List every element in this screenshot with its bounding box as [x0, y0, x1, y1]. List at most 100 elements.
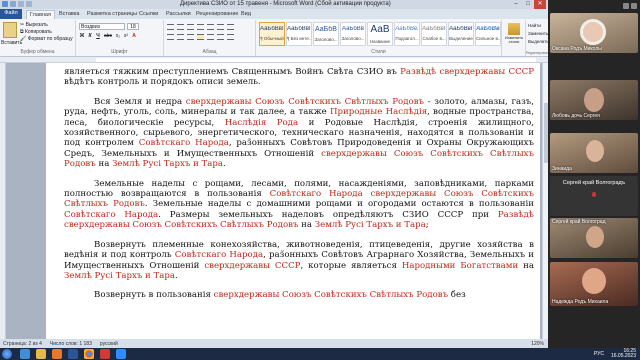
zoom-level[interactable]: 120%	[531, 341, 544, 347]
participant-tile[interactable]: Зинаида	[550, 133, 638, 173]
style-no-spacing[interactable]: АаБбВвГг, ¶ Без инте...	[286, 22, 312, 46]
tab-page-layout[interactable]: Разметка страницы	[84, 10, 140, 18]
text-run: . Земельные наделы с домашними рощами и …	[144, 199, 534, 210]
zoom-app-icon[interactable]	[116, 349, 126, 359]
document-paragraph[interactable]: Возвернуть племенные конехозяйства, живо…	[64, 240, 534, 282]
language-indicator[interactable]: русский	[100, 341, 118, 347]
highlighted-text-run: сверхдержавы СССР	[204, 260, 301, 271]
keyboard-language[interactable]: РУС	[594, 351, 604, 357]
style-title[interactable]: АаВ Название	[367, 22, 393, 46]
participant-tile[interactable]: Сергей край Волгоградъ	[550, 176, 638, 216]
style-normal[interactable]: АаБбВвГг, ¶ Обычный	[259, 22, 285, 46]
find-button[interactable]: Найти	[528, 22, 548, 30]
more-icon[interactable]	[631, 3, 637, 9]
align-center-icon[interactable]	[177, 34, 184, 40]
font-name-select[interactable]: Воздвиз	[79, 23, 125, 30]
align-left-icon[interactable]	[167, 34, 174, 40]
tab-home[interactable]: Главная	[26, 10, 55, 19]
redo-icon[interactable]	[26, 1, 32, 7]
font-color-icon[interactable]: A	[131, 33, 137, 39]
format-painter-button[interactable]: 🖌 Формат по образцу	[20, 36, 73, 43]
highlighted-text-run: Наслѣдія Рода	[224, 117, 299, 128]
line-spacing-icon[interactable]	[207, 34, 214, 40]
underline-button[interactable]: Ч	[95, 33, 101, 39]
tab-references[interactable]: Ссылки	[136, 10, 161, 18]
show-marks-icon[interactable]	[227, 24, 234, 30]
replace-button[interactable]: Заменить	[528, 30, 548, 38]
style-emphasis[interactable]: АаБбВвГг Выделение	[448, 22, 474, 46]
word-icon[interactable]	[2, 1, 8, 7]
style-heading-1[interactable]: АаБбВ Заголово...	[313, 22, 339, 46]
subscript-button[interactable]: x₂	[115, 33, 121, 39]
style-subtitle[interactable]: АаБбВв. Подзагол...	[394, 22, 420, 46]
yandex-icon[interactable]	[100, 349, 110, 359]
style-intense-emphasis[interactable]: АаБбВвГг Сильное в...	[475, 22, 501, 46]
tab-review[interactable]: Рецензирование	[193, 10, 241, 18]
maximize-button[interactable]: □	[522, 0, 534, 9]
undo-icon[interactable]	[18, 1, 24, 7]
document-paragraph[interactable]: Вся Земля и недра сверхдержавы Союзъ Сов…	[64, 97, 534, 170]
numbering-icon[interactable]	[177, 24, 184, 30]
start-button[interactable]	[2, 349, 12, 359]
word-window: Директива СЗИО от 15 травеня - Microsoft…	[0, 0, 548, 348]
page-count[interactable]: Страница: 2 из 4	[3, 341, 42, 347]
style-heading-2[interactable]: АаБбВв Заголово...	[340, 22, 366, 46]
highlighted-text-run: Природные Наслѣдія	[329, 107, 428, 118]
superscript-button[interactable]: x²	[123, 33, 129, 39]
document-area[interactable]: являеться тяжким преступлениемъ Священны…	[6, 63, 542, 339]
word-taskbar-icon[interactable]	[68, 349, 78, 359]
participant-tile[interactable]: Сергей край Волгоград	[550, 218, 638, 258]
media-player-icon[interactable]	[52, 349, 62, 359]
document-paragraph[interactable]: Земельные наделы с рощами, лесами, полям…	[64, 179, 534, 231]
participant-name: Оксана Родъ Миколы	[552, 46, 602, 52]
clock[interactable]: 16:25 16.05.2023	[611, 349, 636, 359]
document-page[interactable]: являеться тяжким преступлениемъ Священны…	[46, 63, 540, 339]
participant-tile[interactable]: Надежда Родъ Михаила	[550, 262, 638, 306]
select-button[interactable]: Выделить	[528, 38, 548, 46]
shading-icon[interactable]	[217, 34, 224, 40]
word-count[interactable]: Число слов: 1 183	[50, 341, 92, 347]
tab-file[interactable]: Файл	[0, 9, 22, 19]
folder-icon[interactable]	[36, 349, 46, 359]
tab-view[interactable]: Вид	[238, 10, 254, 18]
borders-icon[interactable]	[227, 34, 234, 40]
copy-button[interactable]: ⧉ Копировать	[20, 29, 73, 36]
multilevel-list-icon[interactable]	[187, 24, 194, 30]
decrease-indent-icon[interactable]	[197, 24, 204, 30]
sort-icon[interactable]	[217, 24, 224, 30]
close-button[interactable]: ✕	[534, 0, 546, 9]
align-right-icon[interactable]	[187, 34, 194, 40]
cut-button[interactable]: ✂ Вырезать	[20, 22, 73, 29]
italic-button[interactable]: К	[87, 33, 93, 39]
text-run: на	[518, 260, 534, 271]
status-bar: Страница: 2 из 4 Число слов: 1 183 русск…	[0, 339, 548, 348]
muted-mic-icon	[592, 192, 596, 197]
participant-tile[interactable]: Оксана Родъ Миколы	[550, 13, 638, 53]
text-run: вѣдѣтъ контроль и порядокъ описи земель.	[64, 77, 261, 88]
document-paragraph[interactable]: являеться тяжким преступлениемъ Священны…	[64, 67, 534, 88]
style-sample: АаБбВвГг	[422, 26, 446, 32]
grid-view-icon[interactable]	[623, 3, 629, 9]
change-styles-button[interactable]: Изменить стили	[505, 23, 523, 44]
save-icon[interactable]	[10, 1, 16, 7]
text-run: , которые являеться	[300, 260, 402, 271]
tab-insert[interactable]: Вставка	[56, 10, 82, 18]
chrome-icon[interactable]	[84, 349, 94, 359]
ie-icon[interactable]	[20, 349, 30, 359]
highlighted-text-run: Землѣ Русі Тархъ и Тара	[112, 159, 224, 170]
bold-button[interactable]: Ж	[79, 33, 85, 39]
participant-tile[interactable]: Любовь дочь Сергея	[550, 80, 638, 120]
style-subtle-emphasis[interactable]: АаБбВвГг Слабое в...	[421, 22, 447, 46]
document-text[interactable]: являеться тяжким преступлениемъ Священны…	[64, 67, 534, 310]
increase-indent-icon[interactable]	[207, 24, 214, 30]
tab-mailings[interactable]: Рассылки	[163, 10, 194, 18]
strikethrough-button[interactable]: abc	[103, 33, 113, 39]
style-name: ¶ Обычный	[260, 36, 284, 41]
clipboard-group: Вставить ✂ Вырезать ⧉ Копировать 🖌 Форма…	[0, 20, 76, 56]
paste-icon[interactable]	[3, 22, 17, 38]
bullets-icon[interactable]	[167, 24, 174, 30]
minimize-button[interactable]: –	[510, 0, 522, 9]
document-paragraph[interactable]: Возвернуть в пользованія сверхдержавы Со…	[64, 290, 534, 300]
justify-icon[interactable]	[197, 34, 204, 40]
font-size-select[interactable]: 18	[127, 23, 139, 30]
